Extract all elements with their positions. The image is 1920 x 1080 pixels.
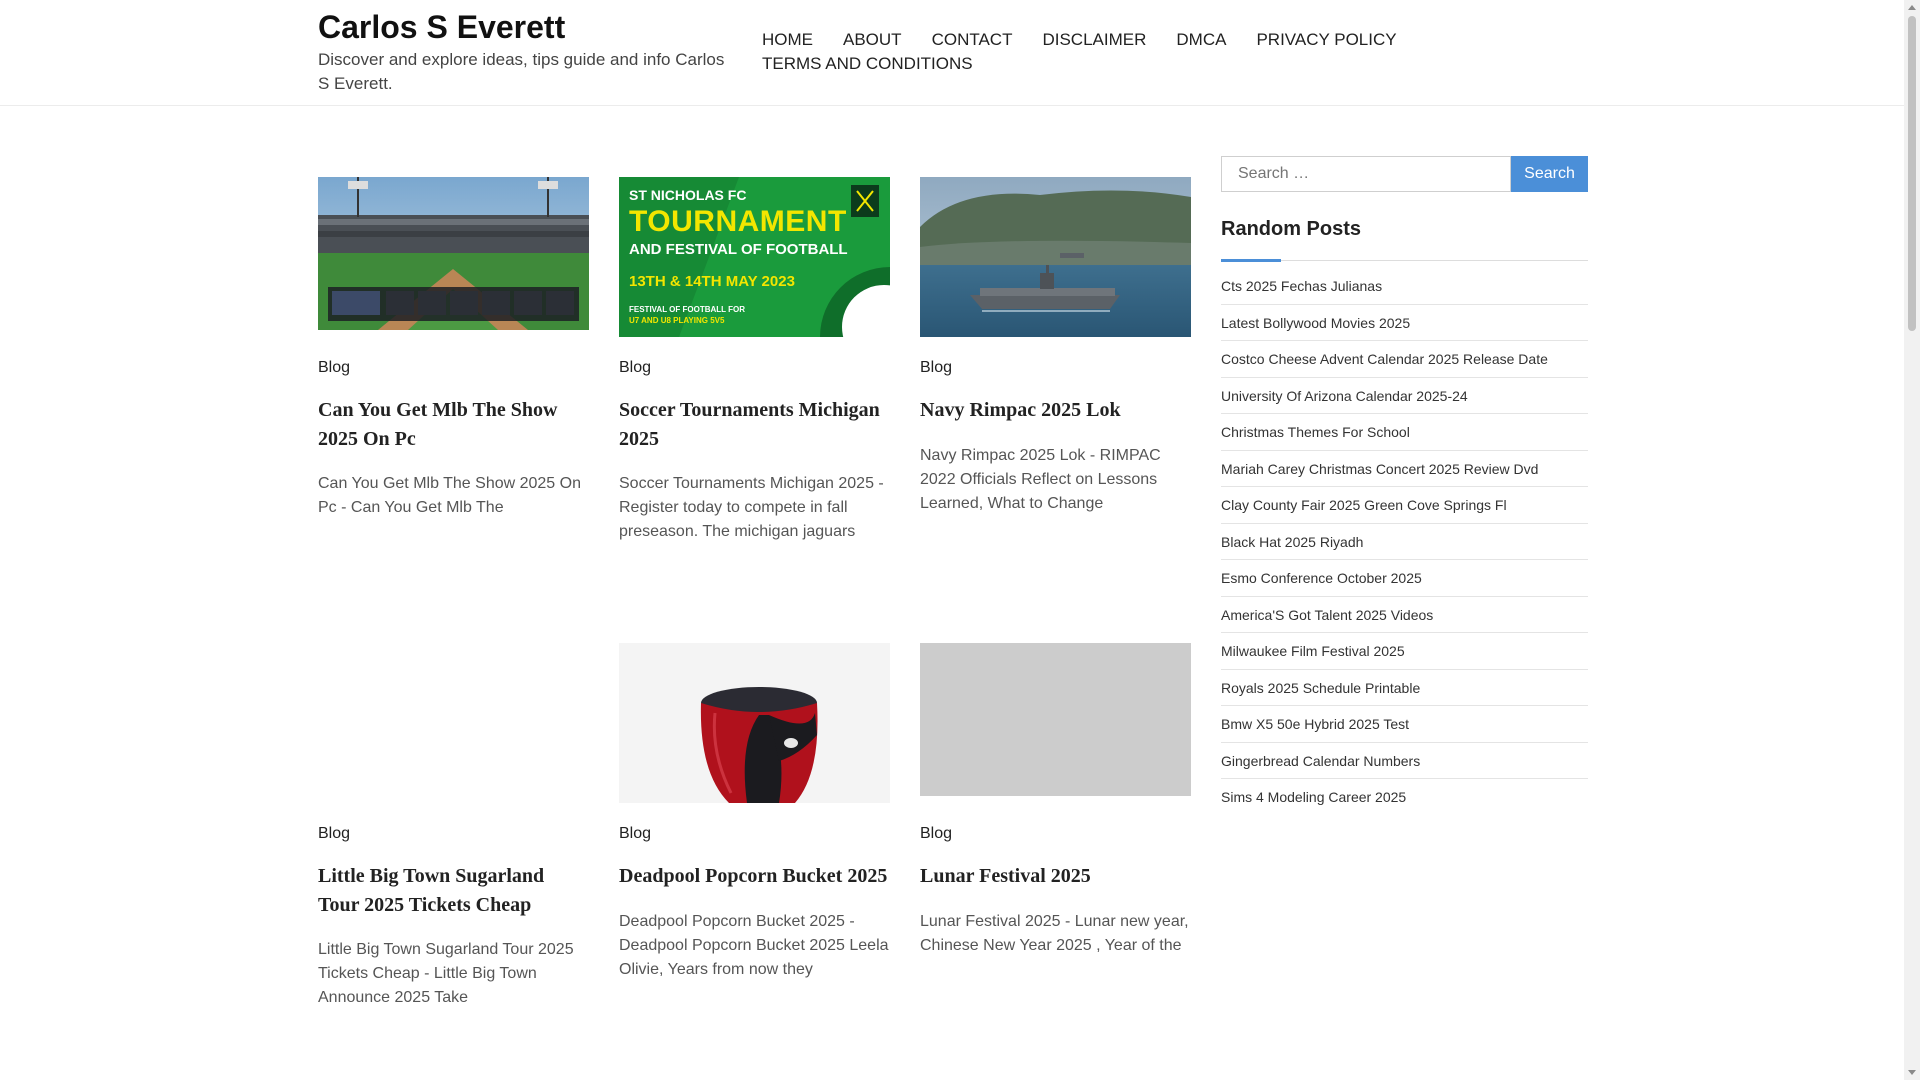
post-excerpt: Soccer Tournaments Michigan 2025 - Regis… bbox=[619, 475, 884, 540]
page-scrollbar[interactable] bbox=[1904, 0, 1920, 1080]
post-title[interactable]: Deadpool Popcorn Bucket 2025 bbox=[619, 862, 890, 891]
search-button[interactable]: Search bbox=[1511, 156, 1588, 192]
post-excerpt: Can You Get Mlb The Show 2025 On Pc - Ca… bbox=[318, 475, 581, 516]
nav-dmca[interactable]: DMCA bbox=[1176, 28, 1226, 52]
post-card: ST NICHOLAS FC TOURNAMENT AND FESTIVAL O… bbox=[619, 177, 890, 540]
random-post-link[interactable]: Costco Cheese Advent Calendar 2025 Relea… bbox=[1221, 341, 1588, 378]
post-category[interactable]: Blog bbox=[318, 825, 350, 843]
random-post-link[interactable]: University Of Arizona Calendar 2025-24 bbox=[1221, 378, 1588, 414]
random-post-link[interactable]: Royals 2025 Schedule Printable bbox=[1221, 670, 1588, 706]
post-category[interactable]: Blog bbox=[619, 359, 651, 377]
post-title[interactable]: Lunar Festival 2025 bbox=[920, 862, 1191, 891]
post-category[interactable]: Blog bbox=[318, 359, 350, 377]
baseball-stadium-image[interactable] bbox=[318, 177, 589, 330]
random-post-link[interactable]: Mariah Carey Christmas Concert 2025 Revi… bbox=[1221, 451, 1588, 487]
random-post-link[interactable]: Latest Bollywood Movies 2025 bbox=[1221, 305, 1588, 341]
tournament-headline: TOURNAMENT bbox=[629, 205, 847, 238]
post-card: Blog Deadpool Popcorn Bucket 2025 Deadpo… bbox=[619, 643, 890, 978]
post-excerpt: Deadpool Popcorn Bucket 2025 - Deadpool … bbox=[619, 913, 889, 978]
random-post-link[interactable]: Black Hat 2025 Riyadh bbox=[1221, 524, 1588, 560]
post-title[interactable]: Soccer Tournaments Michigan 2025 bbox=[619, 396, 890, 454]
main-nav: HOME ABOUT CONTACT DISCLAIMER DMCA PRIVA… bbox=[762, 28, 1402, 76]
random-post-link[interactable]: Sims 4 Modeling Career 2025 bbox=[1221, 779, 1588, 816]
post-card: Blog Can You Get Mlb The Show 2025 On Pc… bbox=[318, 177, 589, 516]
site-header: Carlos S Everett Discover and explore id… bbox=[0, 0, 1904, 106]
baseball-stadium-illustration bbox=[318, 177, 589, 330]
tournament-club-name: ST NICHOLAS FC bbox=[629, 187, 747, 203]
scrollbar-thumb[interactable] bbox=[1908, 16, 1916, 331]
nav-terms-and-conditions[interactable]: TERMS AND CONDITIONS bbox=[762, 52, 973, 76]
tournament-note-1: FESTIVAL OF FOOTBALL FOR bbox=[629, 305, 745, 314]
deadpool-bucket-image[interactable] bbox=[619, 643, 890, 803]
random-post-link[interactable]: Gingerbread Calendar Numbers bbox=[1221, 743, 1588, 779]
navy-ship-illustration bbox=[920, 177, 1191, 337]
random-post-link[interactable]: Milwaukee Film Festival 2025 bbox=[1221, 633, 1588, 670]
nav-contact[interactable]: CONTACT bbox=[932, 28, 1013, 52]
deadpool-bucket-illustration bbox=[619, 643, 890, 803]
random-post-link[interactable]: Clay County Fair 2025 Green Cove Springs… bbox=[1221, 487, 1588, 524]
post-excerpt: Little Big Town Sugarland Tour 2025 Tick… bbox=[318, 941, 574, 1006]
random-post-link[interactable]: Cts 2025 Fechas Julianas bbox=[1221, 268, 1588, 305]
post-title[interactable]: Navy Rimpac 2025 Lok bbox=[920, 396, 1191, 425]
site-title[interactable]: Carlos S Everett bbox=[318, 8, 565, 46]
tournament-subhead: AND FESTIVAL OF FOOTBALL bbox=[629, 241, 848, 258]
navy-ship-image[interactable] bbox=[920, 177, 1191, 337]
post-excerpt: Navy Rimpac 2025 Lok - RIMPAC 2022 Offic… bbox=[920, 447, 1161, 512]
post-category[interactable]: Blog bbox=[920, 825, 952, 843]
scroll-down-arrow-icon[interactable] bbox=[1908, 1070, 1916, 1075]
site-description: Discover and explore ideas, tips guide a… bbox=[318, 50, 725, 93]
post-category[interactable]: Blog bbox=[920, 359, 952, 377]
post-title[interactable]: Can You Get Mlb The Show 2025 On Pc bbox=[318, 396, 589, 454]
scroll-up-arrow-icon[interactable] bbox=[1908, 5, 1916, 10]
nav-about[interactable]: ABOUT bbox=[843, 28, 902, 52]
nav-disclaimer[interactable]: DISCLAIMER bbox=[1042, 28, 1146, 52]
tournament-note-2: U7 AND U8 PLAYING 5V5 bbox=[629, 316, 725, 325]
random-posts-list: Cts 2025 Fechas Julianas Latest Bollywoo… bbox=[1221, 268, 1588, 816]
tournament-banner-image[interactable]: ST NICHOLAS FC TOURNAMENT AND FESTIVAL O… bbox=[619, 177, 890, 337]
post-category[interactable]: Blog bbox=[619, 825, 651, 843]
random-post-link[interactable]: Bmw X5 50e Hybrid 2025 Test bbox=[1221, 706, 1588, 743]
nav-home[interactable]: HOME bbox=[762, 28, 813, 52]
random-posts-title: Random Posts bbox=[1221, 218, 1362, 240]
post-card: Blog Navy Rimpac 2025 Lok Navy Rimpac 20… bbox=[920, 177, 1191, 512]
random-post-link[interactable]: Christmas Themes For School bbox=[1221, 414, 1588, 451]
post-card: Blog Lunar Festival 2025 Lunar Festival … bbox=[920, 643, 1191, 954]
random-post-link[interactable]: Esmo Conference October 2025 bbox=[1221, 560, 1588, 597]
widget-accent-bar bbox=[1221, 259, 1281, 262]
random-post-link[interactable]: America'S Got Talent 2025 Videos bbox=[1221, 597, 1588, 633]
grey-placeholder-image[interactable] bbox=[920, 643, 1191, 796]
tournament-dates: 13TH & 14TH MAY 2023 bbox=[629, 273, 795, 290]
search-input[interactable] bbox=[1221, 156, 1511, 192]
post-title[interactable]: Little Big Town Sugarland Tour 2025 Tick… bbox=[318, 862, 589, 920]
nav-privacy-policy[interactable]: PRIVACY POLICY bbox=[1256, 28, 1396, 52]
post-excerpt: Lunar Festival 2025 - Lunar new year, Ch… bbox=[920, 913, 1189, 954]
